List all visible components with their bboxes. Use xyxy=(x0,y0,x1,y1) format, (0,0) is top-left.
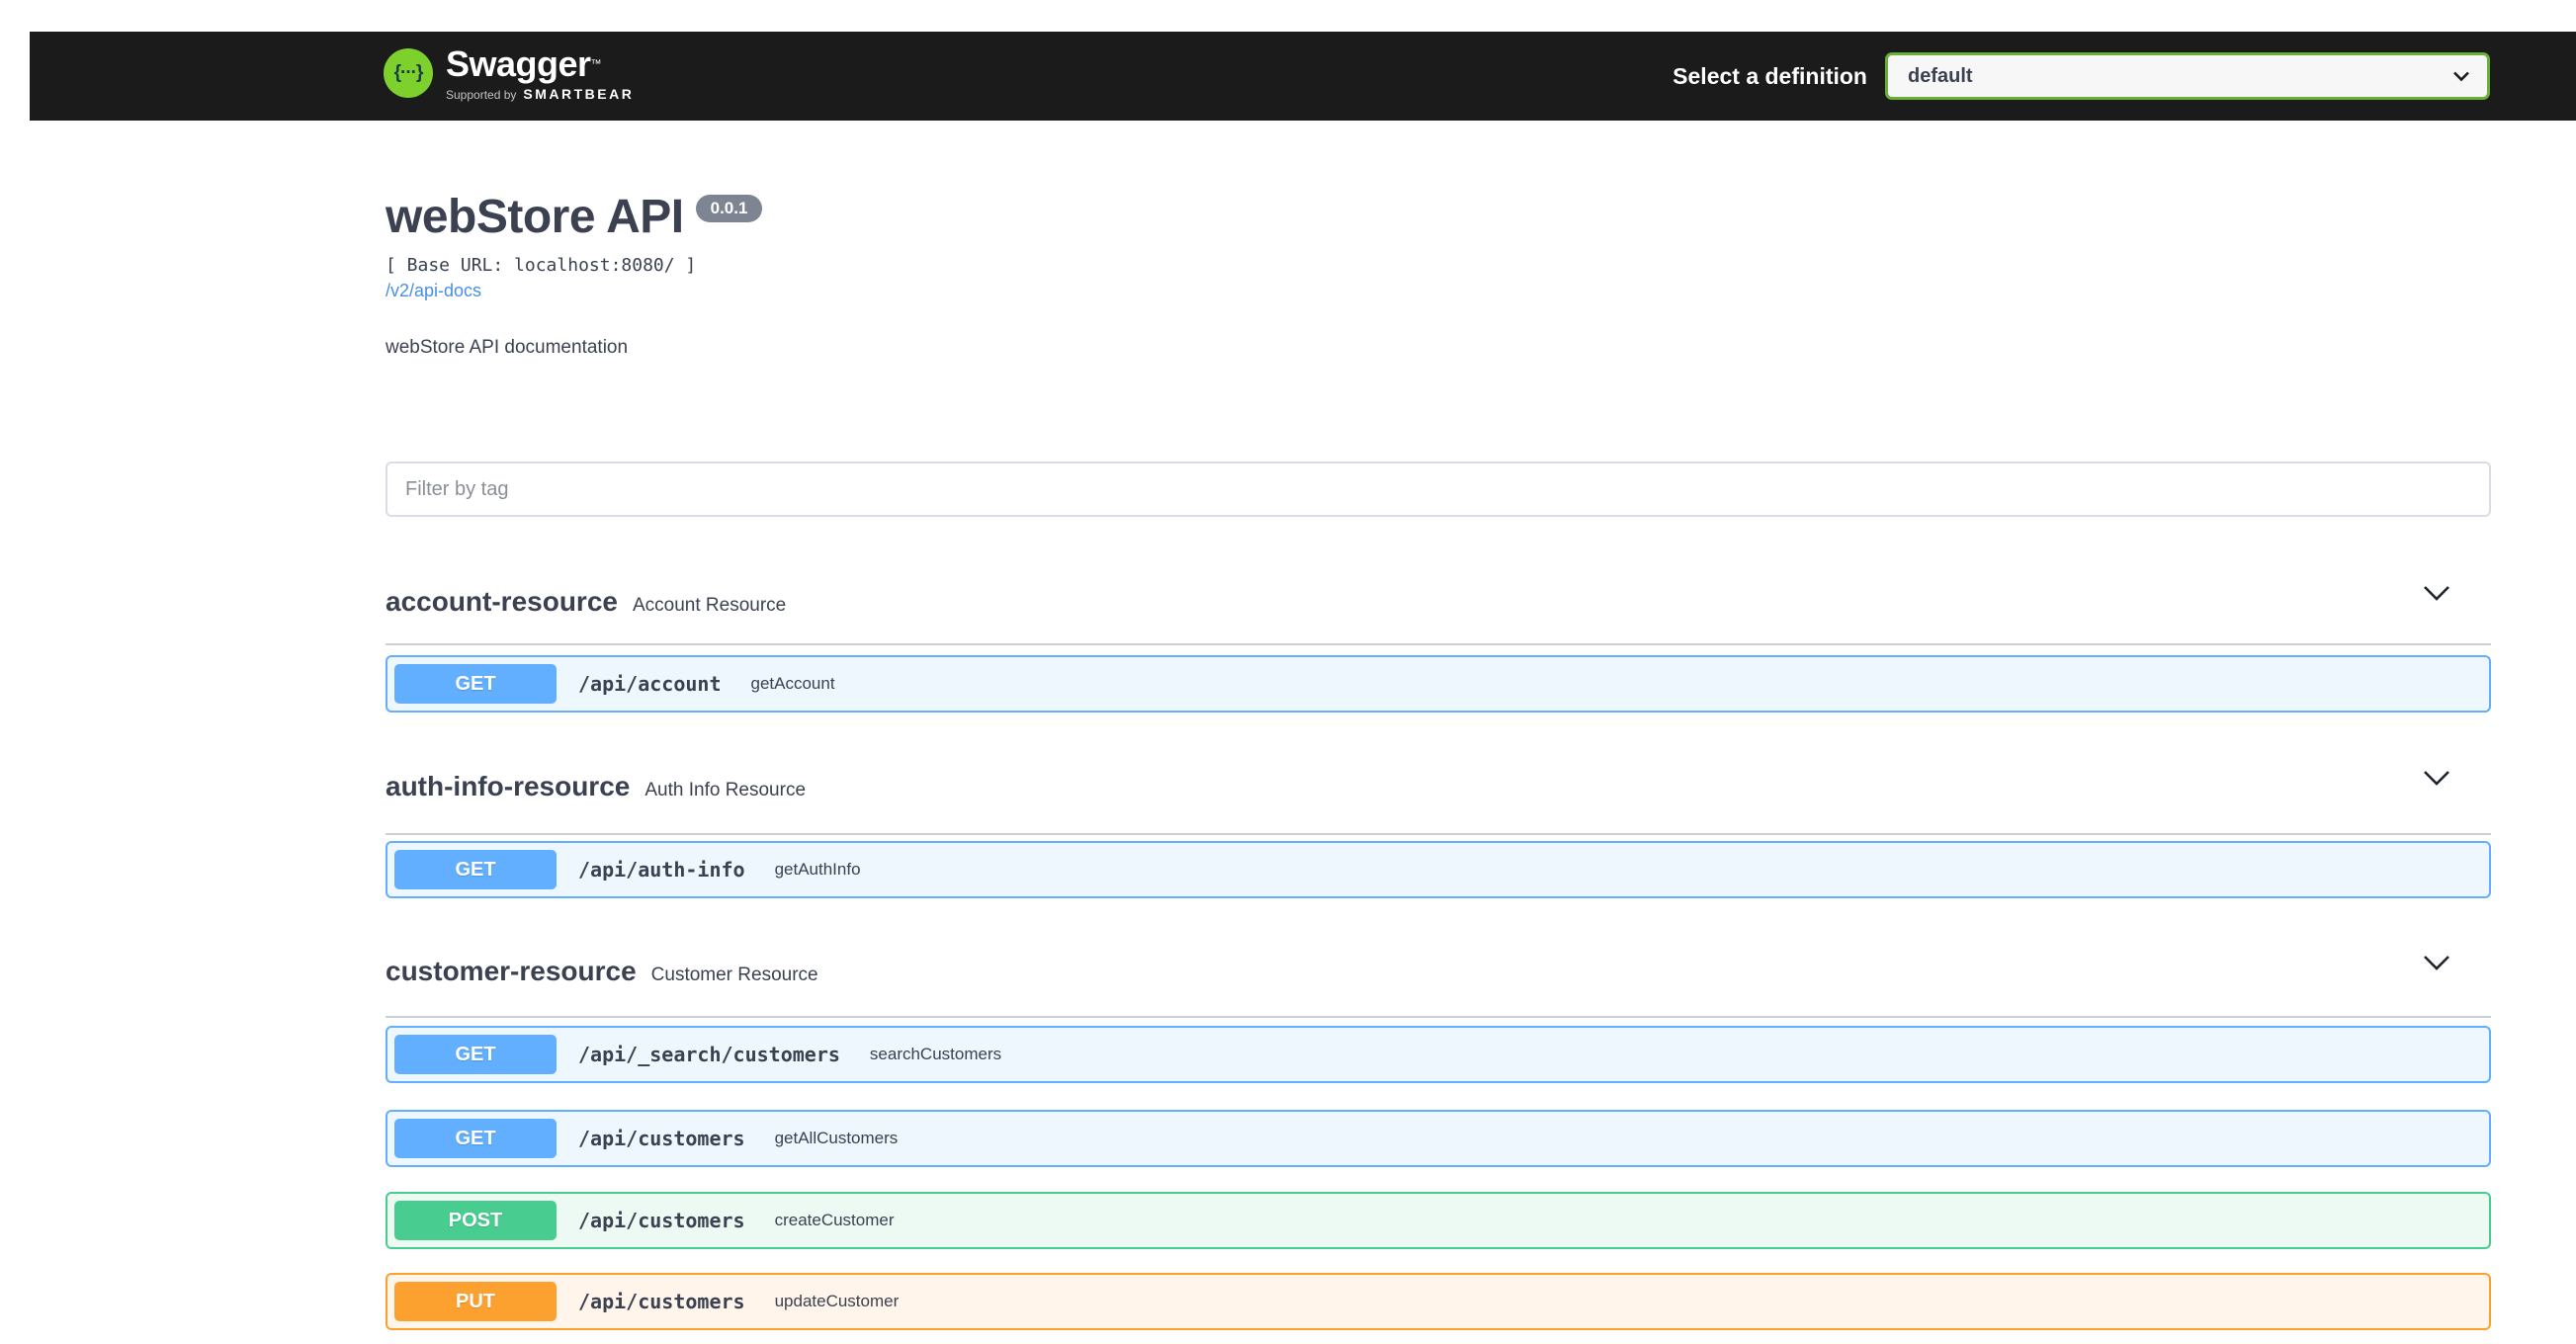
tag-name: account-resource xyxy=(386,587,618,617)
http-method-badge: GET xyxy=(394,1119,557,1158)
definition-selector-group: Select a definition default xyxy=(1673,32,2490,121)
page-title: webStore API xyxy=(386,192,684,243)
section-divider xyxy=(386,833,2491,835)
operation-row-post-customers[interactable]: POST /api/customers createCustomer xyxy=(386,1192,2491,1249)
smartbear-wordmark: SMARTBEAR xyxy=(523,86,634,102)
http-method-badge: POST xyxy=(394,1201,557,1240)
tag-section-header-account-resource[interactable]: account-resource Account Resource xyxy=(386,587,2491,621)
version-badge: 0.0.1 xyxy=(696,195,763,222)
http-method-badge: GET xyxy=(394,664,557,704)
operation-id: getAuthInfo xyxy=(775,860,861,880)
operation-path: /api/auth-info xyxy=(578,858,745,882)
http-method-badge: GET xyxy=(394,1035,557,1074)
operation-id: getAccount xyxy=(751,674,835,694)
operation-path: /api/_search/customers xyxy=(578,1043,840,1066)
tag-name: auth-info-resource xyxy=(386,772,630,801)
logo-braces-glyph: {···} xyxy=(394,62,423,84)
definition-select-label: Select a definition xyxy=(1673,63,1867,90)
definition-select[interactable]: default xyxy=(1885,52,2490,100)
http-method-badge: PUT xyxy=(394,1282,557,1321)
swagger-logo[interactable]: {···} Swagger™ Supported by SMARTBEAR xyxy=(384,44,634,102)
operation-id: updateCustomer xyxy=(775,1292,900,1311)
chevron-down-icon[interactable] xyxy=(2423,955,2450,971)
supported-by-text: Supported by xyxy=(446,88,516,102)
section-divider xyxy=(386,643,2491,645)
api-title-group: webStore API 0.0.1 xyxy=(386,192,762,243)
operation-row-get-auth-info[interactable]: GET /api/auth-info getAuthInfo xyxy=(386,841,2491,898)
operation-id: getAllCustomers xyxy=(775,1129,899,1148)
operation-row-put-customers[interactable]: PUT /api/customers updateCustomer xyxy=(386,1273,2491,1330)
tag-name: customer-resource xyxy=(386,957,637,986)
logo-text: Swagger™ Supported by SMARTBEAR xyxy=(446,44,634,102)
operation-path: /api/account xyxy=(578,672,722,696)
logo-brand-text: Swagger™ xyxy=(446,44,634,84)
spec-link[interactable]: /v2/api-docs xyxy=(386,281,481,301)
tag-section-header-customer-resource[interactable]: customer-resource Customer Resource xyxy=(386,957,2491,990)
operation-path: /api/customers xyxy=(578,1290,745,1313)
base-url-text: [ Base URL: localhost:8080/ ] xyxy=(386,255,696,276)
tag-description: Auth Info Resource xyxy=(644,780,806,801)
operation-row-get-customers[interactable]: GET /api/customers getAllCustomers xyxy=(386,1110,2491,1167)
operation-path: /api/customers xyxy=(578,1127,745,1150)
http-method-badge: GET xyxy=(394,850,557,889)
operation-path: /api/customers xyxy=(578,1209,745,1232)
logo-support-row: Supported by SMARTBEAR xyxy=(446,86,634,102)
api-description: webStore API documentation xyxy=(386,337,628,359)
swagger-ui-page: {···} Swagger™ Supported by SMARTBEAR Se… xyxy=(0,0,2576,1344)
chevron-down-icon[interactable] xyxy=(2423,585,2450,602)
definition-select-wrap: default xyxy=(1885,52,2490,100)
logo-brand-word: Swagger xyxy=(446,43,591,84)
swagger-logo-icon: {···} xyxy=(384,48,433,98)
section-divider xyxy=(386,1016,2491,1018)
operation-row-get-account[interactable]: GET /api/account getAccount xyxy=(386,655,2491,713)
filter-by-tag-input[interactable] xyxy=(386,462,2491,517)
trademark-symbol: ™ xyxy=(591,58,602,70)
operation-id: createCustomer xyxy=(775,1211,895,1230)
tag-description: Account Resource xyxy=(633,595,786,617)
tag-section-header-auth-info-resource[interactable]: auth-info-resource Auth Info Resource xyxy=(386,772,2491,805)
operation-id: searchCustomers xyxy=(870,1045,1001,1064)
tag-description: Customer Resource xyxy=(651,965,818,986)
operation-row-get-search-customers[interactable]: GET /api/_search/customers searchCustome… xyxy=(386,1026,2491,1083)
topbar: {···} Swagger™ Supported by SMARTBEAR Se… xyxy=(30,32,2576,121)
chevron-down-icon[interactable] xyxy=(2423,770,2450,787)
